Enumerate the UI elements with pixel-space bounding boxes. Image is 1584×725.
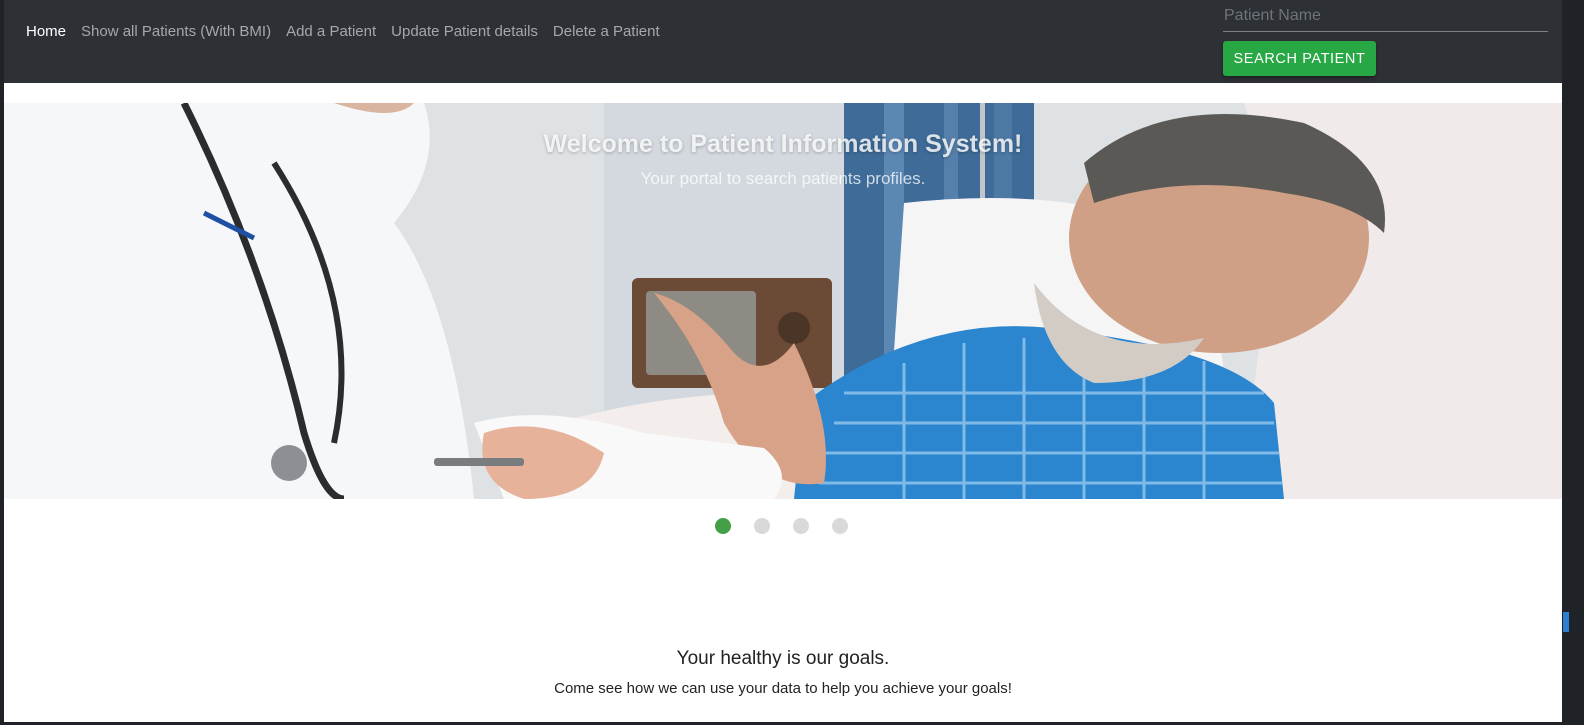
- nav-link-update-patient[interactable]: Update Patient details: [391, 23, 538, 41]
- tagline-heading: Your healthy is our goals.: [676, 648, 890, 669]
- nav-link-delete-patient[interactable]: Delete a Patient: [553, 23, 660, 41]
- hero-image: [4, 103, 1562, 499]
- nav-link-home[interactable]: Home: [26, 23, 66, 41]
- app-window: Home Show all Patients (With BMI) Add a …: [4, 0, 1562, 722]
- nav-link-show-all-patients[interactable]: Show all Patients (With BMI): [81, 23, 271, 41]
- nav-link-add-patient[interactable]: Add a Patient: [286, 23, 376, 41]
- carousel-indicator-3[interactable]: [793, 518, 809, 534]
- patient-name-input[interactable]: [1223, 0, 1548, 32]
- carousel-indicator-4[interactable]: [832, 518, 848, 534]
- carousel-indicators: [715, 518, 871, 534]
- carousel-indicator-2[interactable]: [754, 518, 770, 534]
- hero-title: Welcome to Patient Information System!: [543, 130, 1023, 158]
- window-edge-indicator: [1563, 612, 1569, 632]
- hero-carousel[interactable]: Welcome to Patient Information System! Y…: [4, 103, 1562, 499]
- search-patient-button[interactable]: SEARCH PATIENT: [1223, 41, 1376, 76]
- navbar: Home Show all Patients (With BMI) Add a …: [4, 0, 1562, 83]
- nav-links: Home Show all Patients (With BMI) Add a …: [26, 23, 675, 41]
- search-form: SEARCH PATIENT: [1223, 0, 1548, 76]
- tagline-subtext: Come see how we can use your data to hel…: [554, 680, 1012, 697]
- carousel-indicator-1[interactable]: [715, 518, 731, 534]
- hero-subtitle: Your portal to search patients profiles.: [640, 169, 926, 188]
